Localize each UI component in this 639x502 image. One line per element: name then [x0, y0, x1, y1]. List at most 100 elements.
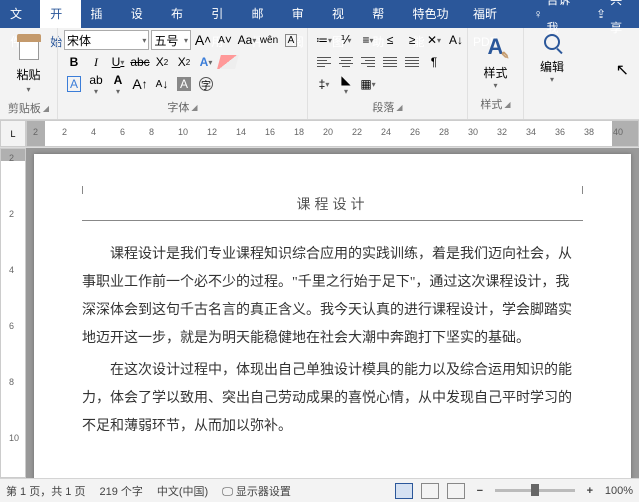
status-bar: 第 1 页，共 1 页 219 个字 中文(中国) 🖵 显示器设置 − + 10… — [0, 478, 639, 502]
ruler-tick: 14 — [236, 127, 246, 137]
web-layout-view[interactable] — [447, 483, 465, 499]
ruler-tick: 2 — [9, 153, 14, 163]
italic-button[interactable]: I — [86, 52, 106, 72]
document-viewport[interactable]: 课程设计 课程设计是我们专业课程知识综合应用的实践训练，着是我们迈向社会，从事职… — [26, 148, 639, 478]
paste-button[interactable]: 粘贴 ▾ — [6, 30, 51, 98]
tab-插入[interactable]: 插入 — [81, 0, 121, 28]
grow-font-button[interactable]: A˄ — [193, 30, 213, 50]
page-header[interactable]: 课程设计 — [82, 194, 583, 221]
styles-icon: A✎ — [488, 34, 504, 60]
tab-开始[interactable]: 开始 — [40, 0, 80, 28]
font-name-select[interactable]: 宋体▾ — [64, 30, 149, 50]
tab-视图[interactable]: 视图 — [322, 0, 362, 28]
ruler-tick: 20 — [323, 127, 333, 137]
subscript-button[interactable]: X2 — [152, 52, 172, 72]
tab-引用[interactable]: 引用 — [201, 0, 241, 28]
cursor-icon: ↖ — [616, 60, 629, 80]
print-layout-view[interactable] — [395, 483, 413, 499]
ruler-tick: 28 — [439, 127, 449, 137]
paragraph[interactable]: 在这次设计过程中，体现出自己单独设计模具的能力以及综合运用知识的能力，体会了学以… — [82, 357, 583, 441]
phonetic-guide-button[interactable]: wên — [259, 30, 279, 50]
tab-selector[interactable]: L — [0, 120, 26, 147]
align-left-button[interactable] — [314, 52, 334, 72]
zoom-out-button[interactable]: − — [473, 484, 487, 498]
show-marks-button[interactable]: ¶ — [424, 52, 444, 72]
line-spacing-button[interactable]: ‡▾ — [314, 74, 334, 94]
styles-button[interactable]: A✎ 样式 ▾ — [474, 30, 517, 94]
borders-button[interactable]: ▦▾ — [358, 74, 378, 94]
underline-button[interactable]: U▾ — [108, 52, 128, 72]
zoom-in-button[interactable]: + — [583, 484, 597, 498]
bucket-icon: ◣ — [341, 73, 350, 87]
eraser-icon — [217, 55, 239, 69]
vertical-ruler[interactable]: 2246810 — [0, 148, 26, 478]
tab-邮件[interactable]: 邮件 — [242, 0, 282, 28]
ruler-tick: 10 — [9, 433, 19, 443]
tab-文件[interactable]: 文件 — [0, 0, 40, 28]
sort-button[interactable]: A↓ — [446, 30, 466, 50]
bold-button[interactable]: B — [64, 52, 84, 72]
clear-format-button[interactable] — [218, 52, 238, 72]
tell-me[interactable]: ♀告诉我 — [524, 0, 586, 28]
char-shading-button[interactable]: A — [174, 74, 194, 94]
text-effects-button[interactable]: A▾ — [196, 52, 216, 72]
align-justify-button[interactable] — [380, 52, 400, 72]
tab-审阅[interactable]: 审阅 — [282, 0, 322, 28]
align-center-button[interactable] — [336, 52, 356, 72]
font-size-select[interactable]: 五号▾ — [151, 30, 191, 50]
page-indicator[interactable]: 第 1 页，共 1 页 — [6, 483, 85, 499]
distribute-button[interactable] — [402, 52, 422, 72]
asian-layout-button[interactable]: ✕▾ — [424, 30, 444, 50]
align-right-button[interactable] — [358, 52, 378, 72]
superscript-button[interactable]: X2 — [174, 52, 194, 72]
ruler-tick: 8 — [9, 377, 14, 387]
decrease-indent-button[interactable]: ≤ — [380, 30, 400, 50]
ruler-tick: 4 — [9, 265, 14, 275]
ruler-tick: 10 — [178, 127, 188, 137]
zoom-level[interactable]: 100% — [605, 485, 633, 497]
document-body[interactable]: 课程设计是我们专业课程知识综合应用的实践训练，着是我们迈向社会，从事职业工作前一… — [82, 241, 583, 441]
tab-布局[interactable]: 布局 — [161, 0, 201, 28]
menu-tabs: 文件开始插入设计布局引用邮件审阅视图帮助特色功能福昕PDF ♀告诉我 ⇪共享 — [0, 0, 639, 28]
tab-帮助[interactable]: 帮助 — [362, 0, 402, 28]
editing-button[interactable]: 编辑 ▾ — [530, 30, 574, 88]
horizontal-ruler[interactable]: L 2246810121416182022242628303234363840 — [0, 120, 639, 148]
tab-特色功能[interactable]: 特色功能 — [403, 0, 464, 28]
shading-button[interactable]: ◣▾ — [336, 74, 356, 94]
highlight-button[interactable]: ab▾ — [86, 74, 106, 94]
styles-launcher[interactable]: ◢ — [504, 100, 510, 109]
grow-font2-button[interactable]: A↑ — [130, 74, 150, 94]
word-count[interactable]: 219 个字 — [99, 483, 142, 499]
char-border-button[interactable]: A — [281, 30, 301, 50]
increase-indent-button[interactable]: ≥ — [402, 30, 422, 50]
font-launcher[interactable]: ◢ — [191, 103, 197, 112]
enclose-char-button[interactable]: 字 — [196, 74, 216, 94]
change-case-button[interactable]: Aa▾ — [237, 30, 257, 50]
ruler-tick: 32 — [497, 127, 507, 137]
ruler-tick: 2 — [33, 127, 38, 137]
ruler-tick: 18 — [294, 127, 304, 137]
share-button[interactable]: ⇪共享 — [586, 0, 639, 28]
shrink-font2-button[interactable]: A↓ — [152, 74, 172, 94]
tab-设计[interactable]: 设计 — [121, 0, 161, 28]
ruler-tick: 12 — [207, 127, 217, 137]
multilevel-button[interactable]: ≡▾ — [358, 30, 378, 50]
paragraph-launcher[interactable]: ◢ — [396, 103, 402, 112]
ruler-tick: 2 — [62, 127, 67, 137]
language-indicator[interactable]: 中文(中国) — [157, 483, 208, 499]
display-settings[interactable]: 🖵 显示器设置 — [222, 483, 291, 499]
strike-button[interactable]: abc — [130, 52, 150, 72]
numbering-button[interactable]: ⅟▾ — [336, 30, 356, 50]
shrink-font-button[interactable]: A˅ — [215, 30, 235, 50]
read-mode-view[interactable] — [421, 483, 439, 499]
ruler-tick: 6 — [120, 127, 125, 137]
font-color-button[interactable]: A▾ — [108, 74, 128, 94]
tab-福昕PDF[interactable]: 福昕PDF — [463, 0, 524, 28]
bullets-button[interactable]: ≔▾ — [314, 30, 334, 50]
paragraph[interactable]: 课程设计是我们专业课程知识综合应用的实践训练，着是我们迈向社会，从事职业工作前一… — [82, 241, 583, 353]
page: 课程设计 课程设计是我们专业课程知识综合应用的实践训练，着是我们迈向社会，从事职… — [34, 154, 631, 478]
lightbulb-icon: ♀ — [534, 0, 543, 28]
clipboard-launcher[interactable]: ◢ — [43, 104, 49, 113]
text-effect-outline-button[interactable]: A — [64, 74, 84, 94]
zoom-slider[interactable] — [495, 489, 575, 492]
